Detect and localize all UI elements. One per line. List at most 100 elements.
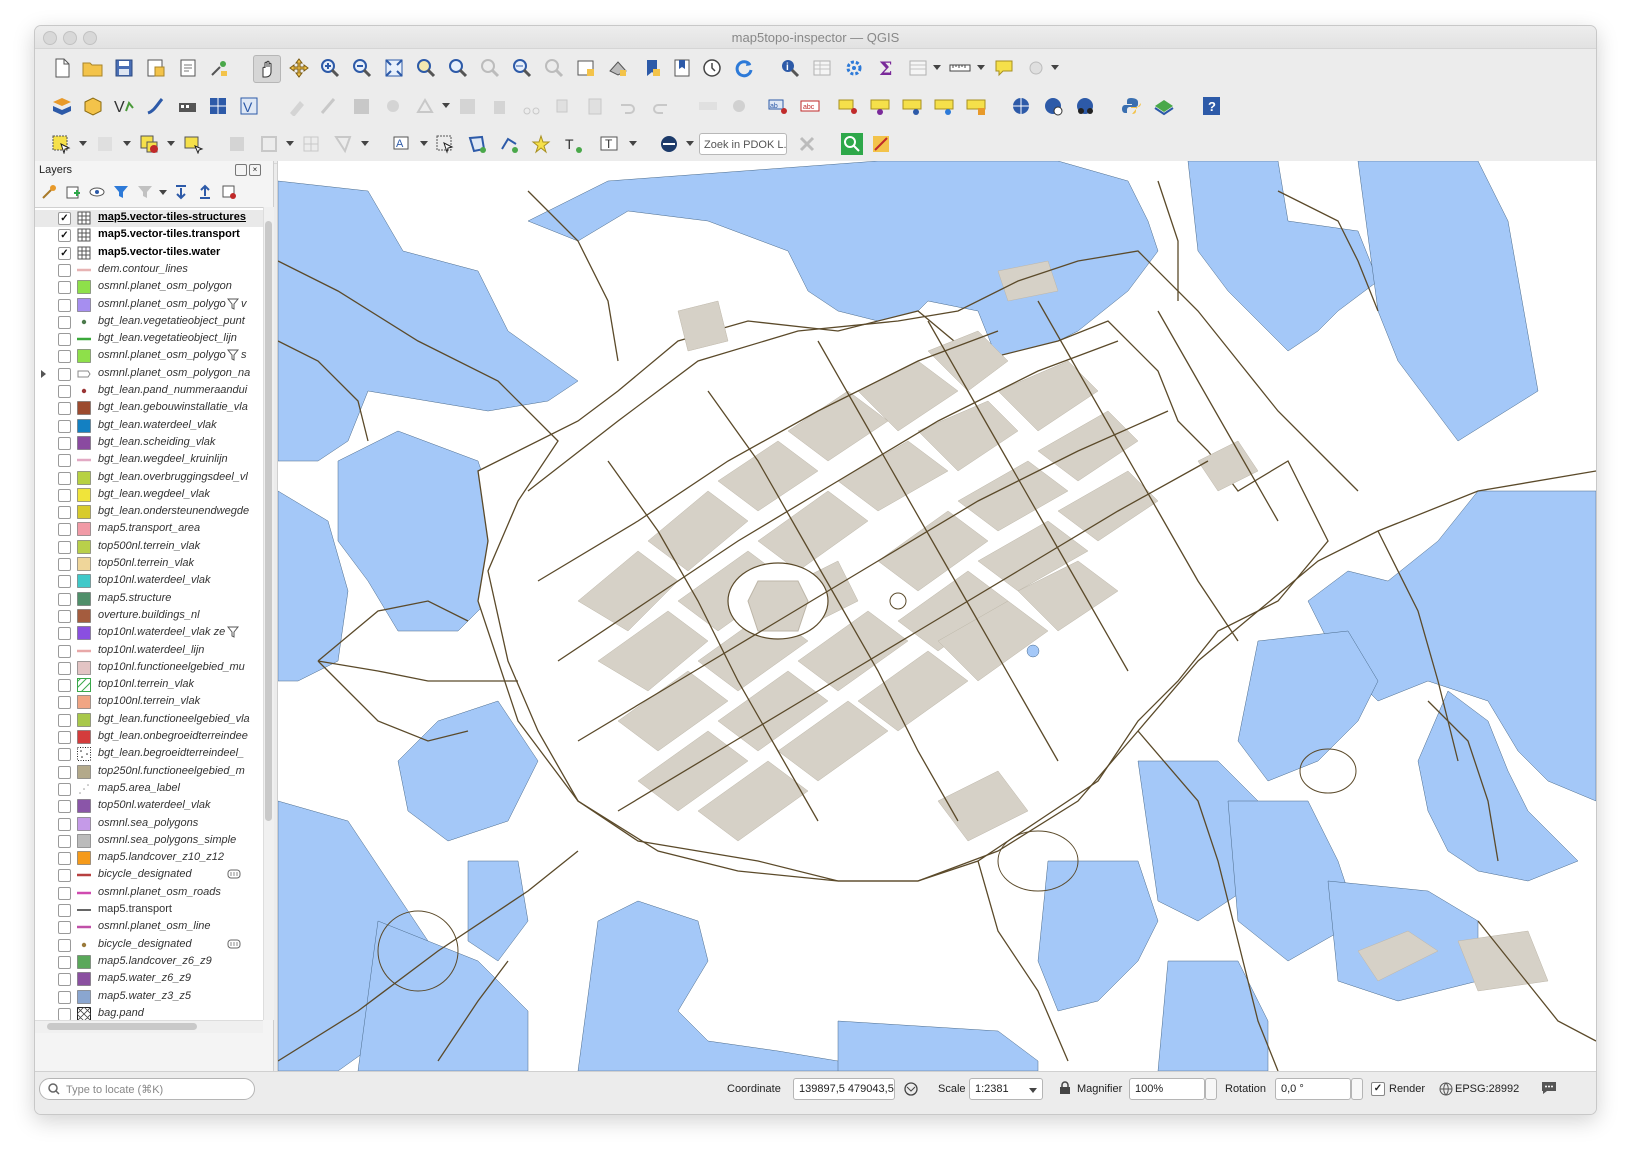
redo-icon[interactable] — [647, 93, 673, 119]
add-text-annotation-icon[interactable]: T — [561, 131, 587, 157]
save-as-icon[interactable] — [143, 55, 169, 81]
label-pin-icon[interactable]: ab — [765, 93, 791, 119]
vertex-dropdown-icon[interactable] — [442, 103, 450, 108]
map-canvas[interactable] — [277, 161, 1596, 1071]
layer-visibility-checkbox[interactable] — [58, 886, 71, 900]
layer-labeling-icon[interactable] — [727, 93, 753, 119]
layer-row[interactable]: bgt_lean.overbruggingsdeel_vl — [35, 470, 263, 487]
undo-icon[interactable] — [615, 93, 641, 119]
modify-attributes-icon[interactable] — [455, 93, 481, 119]
statistical-summary-icon[interactable]: Σ — [873, 55, 899, 81]
layer-visibility-checkbox[interactable] — [58, 765, 71, 779]
new-project-icon[interactable] — [49, 55, 75, 81]
polygon-dropdown-icon[interactable] — [361, 141, 369, 146]
layer-row[interactable]: bgt_lean.wegdeel_vlak — [35, 487, 263, 504]
layer-visibility-checkbox[interactable] — [58, 938, 71, 952]
layer-row[interactable]: osmnl.planet_osm_polygon_na — [35, 366, 263, 383]
layer-visibility-checkbox[interactable] — [58, 298, 71, 312]
shape-dropdown-icon[interactable] — [286, 141, 294, 146]
layer-visibility-checkbox[interactable] — [58, 834, 71, 848]
layer-row[interactable]: map5.area_label — [35, 781, 263, 798]
layer-visibility-checkbox[interactable] — [58, 713, 71, 727]
layer-row[interactable]: osmnl.planet_osm_line — [35, 919, 263, 936]
edit-pencil-icon[interactable] — [317, 93, 343, 119]
georeferencer-icon[interactable] — [1073, 93, 1099, 119]
layer-visibility-checkbox[interactable] — [58, 1007, 71, 1021]
open-table-icon[interactable] — [905, 55, 931, 81]
layer-row[interactable]: map5.water_z3_z5 — [35, 989, 263, 1006]
layer-row[interactable]: top10nl.terrein_vlak — [35, 677, 263, 694]
zoom-last-icon[interactable] — [509, 55, 535, 81]
measure-line-icon[interactable] — [947, 55, 973, 81]
layer-row[interactable]: ✓ map5.vector-tiles.transport — [35, 227, 263, 244]
crs-globe-icon[interactable] — [1439, 1082, 1453, 1099]
pdok-search-input[interactable]: Zoek in PDOK L... — [699, 133, 787, 155]
layer-visibility-checkbox[interactable] — [58, 921, 71, 935]
layer-visibility-checkbox[interactable] — [58, 592, 71, 606]
data-source-manager-icon[interactable] — [49, 93, 75, 119]
layer-row[interactable]: ✓ map5.vector-tiles-structures — [35, 210, 263, 227]
delete-selected-icon[interactable] — [487, 93, 513, 119]
new-bookmark-icon[interactable] — [639, 55, 665, 81]
add-wms-layer-icon[interactable]: V — [237, 93, 263, 119]
vertex-tool-icon[interactable] — [413, 93, 439, 119]
layer-row[interactable]: osmnl.planet_osm_polygo s — [35, 348, 263, 365]
plugin-layers-icon[interactable] — [1151, 93, 1177, 119]
copy-features-icon[interactable] — [551, 93, 577, 119]
layer-row[interactable]: top10nl.functioneelgebied_mu — [35, 660, 263, 677]
filter-legend-icon[interactable] — [111, 182, 131, 202]
add-line-annotation-icon[interactable] — [497, 131, 523, 157]
select-all-dropdown-icon[interactable] — [1023, 55, 1049, 81]
new-map-view-icon[interactable] — [573, 55, 599, 81]
layer-visibility-checkbox[interactable] — [58, 350, 71, 364]
layer-visibility-checkbox[interactable] — [58, 488, 71, 502]
scale-dropdown-icon[interactable] — [1029, 1088, 1037, 1093]
remove-layer-icon[interactable] — [219, 182, 239, 202]
layer-visibility-checkbox[interactable] — [58, 904, 71, 917]
label-properties-icon[interactable] — [963, 93, 989, 119]
close-panel-button[interactable]: × — [249, 164, 261, 176]
table-dropdown-icon[interactable] — [933, 65, 941, 70]
save-edits-icon[interactable] — [349, 93, 375, 119]
visibility-eye-icon[interactable] — [87, 182, 107, 202]
layer-tree-vertical-scrollbar[interactable] — [263, 207, 274, 1020]
messages-icon[interactable] — [1541, 1081, 1557, 1098]
render-checkbox[interactable]: ✓ — [1371, 1082, 1385, 1096]
python-console-icon[interactable] — [1119, 93, 1145, 119]
layer-visibility-checkbox[interactable] — [58, 385, 71, 398]
polygon-shape-icon[interactable] — [331, 131, 357, 157]
open-project-icon[interactable] — [80, 55, 106, 81]
zoom-full-icon[interactable] — [381, 55, 407, 81]
scrollbar-thumb[interactable] — [265, 221, 272, 821]
layer-row[interactable]: bgt_lean.ondersteunendwegde — [35, 504, 263, 521]
save-project-icon[interactable] — [111, 55, 137, 81]
layer-row[interactable]: bgt_lean.pand_nummeraandui — [35, 383, 263, 400]
layer-visibility-checkbox[interactable] — [58, 852, 71, 866]
layer-row[interactable]: bag.pand — [35, 1006, 263, 1021]
layer-visibility-checkbox[interactable]: ✓ — [58, 229, 71, 243]
pan-map-icon[interactable] — [253, 55, 281, 83]
layer-visibility-checkbox[interactable] — [58, 333, 71, 347]
horizontal-scrollbar-thumb[interactable] — [47, 1023, 197, 1030]
layer-tree-horizontal-scrollbar[interactable] — [35, 1020, 263, 1033]
layer-visibility-checkbox[interactable] — [58, 609, 71, 623]
zoom-next-icon[interactable] — [541, 55, 567, 81]
layer-row[interactable]: bgt_lean.vegetatieobject_lijn — [35, 331, 263, 348]
layer-visibility-checkbox[interactable] — [58, 973, 71, 987]
layer-row[interactable]: top10nl.waterdeel_vlak ze — [35, 625, 263, 642]
magnifier-stepper[interactable] — [1205, 1078, 1217, 1100]
float-panel-button[interactable] — [235, 164, 247, 176]
layer-row[interactable]: osmnl.sea_polygons_simple — [35, 833, 263, 850]
layer-row[interactable]: bgt_lean.scheiding_vlak — [35, 435, 263, 452]
filter-expression-icon[interactable] — [135, 182, 155, 202]
zoom-to-layer-icon[interactable] — [445, 55, 471, 81]
layer-row[interactable]: osmnl.planet_osm_polygo v — [35, 297, 263, 314]
attribute-table-icon[interactable] — [809, 55, 835, 81]
digitize-icon[interactable] — [381, 93, 407, 119]
add-wfs-layer-icon[interactable] — [1009, 93, 1035, 119]
clear-search-icon[interactable] — [795, 131, 821, 157]
refresh-icon[interactable] — [731, 55, 757, 81]
layer-visibility-checkbox[interactable] — [58, 436, 71, 450]
layer-visibility-checkbox[interactable] — [58, 955, 71, 969]
locator-search-input[interactable]: Type to locate (⌘K) — [39, 1078, 255, 1100]
